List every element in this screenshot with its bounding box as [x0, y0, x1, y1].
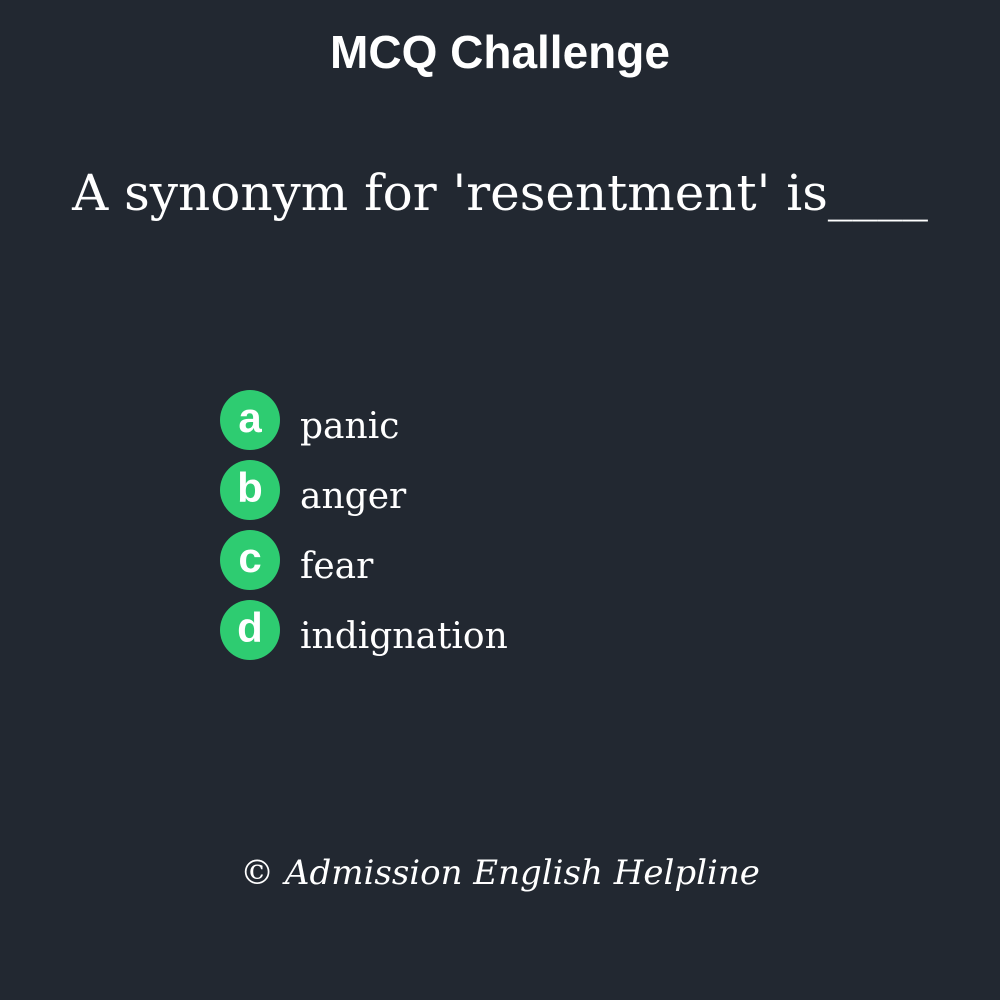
option-label: indignation — [300, 616, 508, 657]
option-d[interactable]: d indignation — [220, 600, 820, 670]
question-text: A synonym for 'resentment' is____ — [72, 164, 928, 222]
page-title: MCQ Challenge — [330, 26, 670, 78]
option-b[interactable]: b anger — [220, 460, 820, 530]
option-letter-badge: b — [220, 460, 280, 520]
option-a[interactable]: a panic — [220, 390, 820, 460]
option-letter-badge: c — [220, 530, 280, 590]
copyright-footer: © Admission English Helpline — [240, 853, 760, 893]
option-label: panic — [300, 406, 400, 447]
option-label: fear — [300, 546, 374, 587]
options-list: a panic b anger c fear d indignation — [220, 390, 820, 670]
option-letter-badge: d — [220, 600, 280, 660]
option-label: anger — [300, 476, 407, 517]
option-letter-badge: a — [220, 390, 280, 450]
option-c[interactable]: c fear — [220, 530, 820, 600]
